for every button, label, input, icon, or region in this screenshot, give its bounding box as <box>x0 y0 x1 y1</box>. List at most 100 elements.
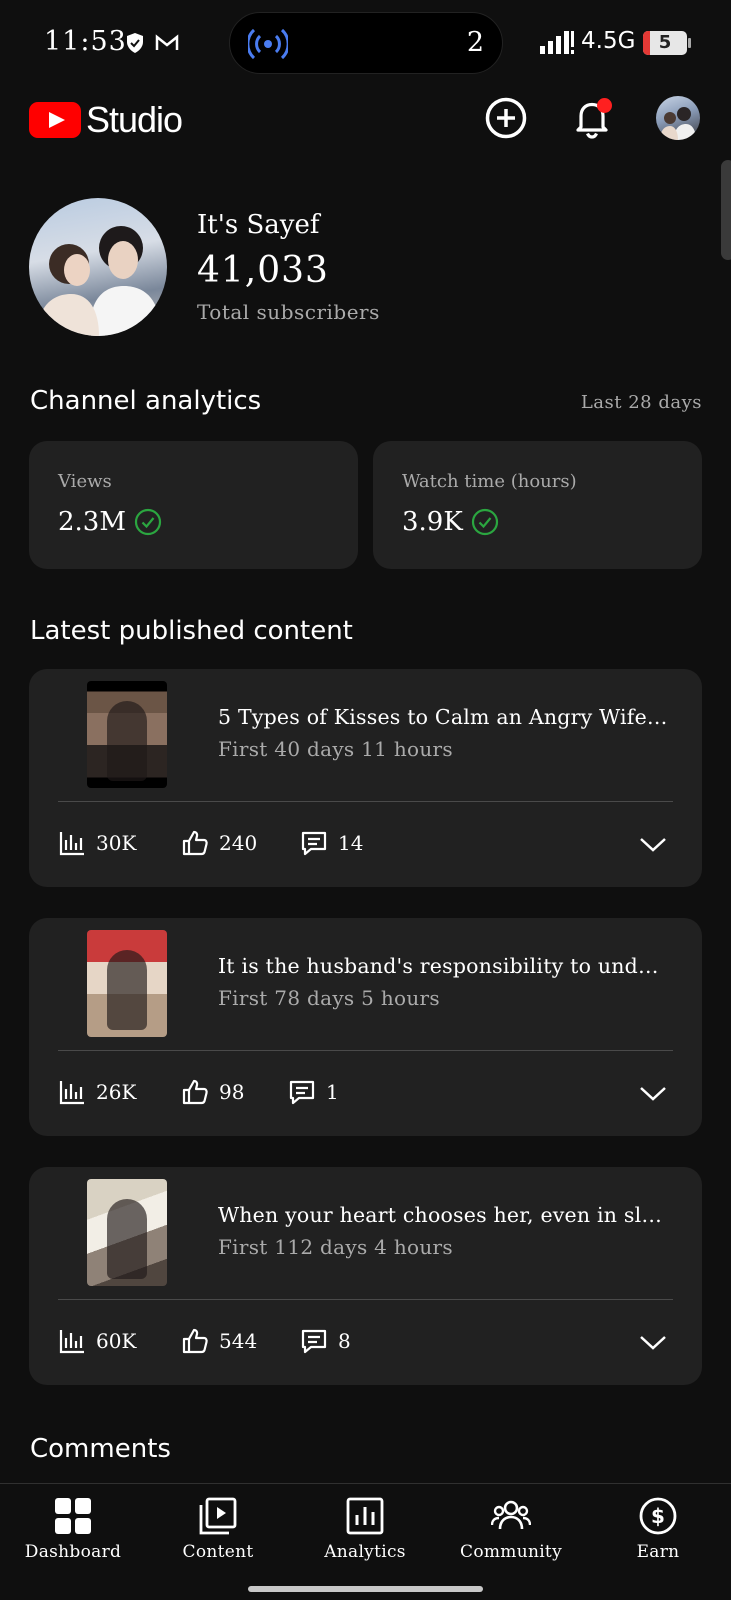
nav-label: Content <box>182 1542 254 1562</box>
earn-icon: $ <box>639 1497 677 1535</box>
channel-analytics-title: Channel analytics <box>30 386 262 416</box>
nav-label: Dashboard <box>24 1542 122 1562</box>
status-time: 11:53 <box>44 26 127 57</box>
views-stat: 26K <box>58 1078 136 1106</box>
video-thumbnail[interactable] <box>87 930 167 1037</box>
pill-count: 2 <box>466 27 484 58</box>
likes-stat: 240 <box>181 829 257 857</box>
views-stat: 30K <box>58 829 136 857</box>
logo-text: Studio <box>86 99 183 140</box>
analytics-icon <box>346 1497 384 1535</box>
video-thumbnail[interactable] <box>87 681 167 788</box>
video-period: First 78 days 5 hours <box>218 986 440 1010</box>
content-icon <box>199 1497 237 1535</box>
comments-count: 8 <box>338 1329 351 1353</box>
likes-stat: 98 <box>181 1078 244 1106</box>
community-icon <box>491 1500 531 1530</box>
nav-community[interactable]: Community <box>441 1496 581 1562</box>
mail-icon <box>155 34 179 50</box>
bar-chart-icon <box>59 832 84 856</box>
comment-icon <box>301 1329 327 1354</box>
likes-stat: 544 <box>181 1327 257 1355</box>
video-period: First 112 days 4 hours <box>218 1235 453 1259</box>
dashboard-icon <box>55 1498 91 1534</box>
subscriber-count: 41,033 <box>197 250 329 291</box>
channel-name: It's Sayef <box>197 210 320 240</box>
bar-chart-icon <box>59 1081 84 1105</box>
svg-text:$: $ <box>651 1504 665 1528</box>
thumbs-up-icon <box>182 1328 208 1354</box>
views-value: 2.3M <box>58 507 126 537</box>
analytics-range: Last 28 days <box>580 392 702 413</box>
video-title: It is the husband's responsibility to un… <box>218 954 668 978</box>
check-circle-icon <box>134 508 162 536</box>
views-count: 60K <box>96 1329 137 1353</box>
views-card[interactable]: Views 2.3M <box>29 441 358 569</box>
notification-dot <box>597 98 612 113</box>
bar-chart-icon <box>59 1330 84 1354</box>
video-card[interactable]: When your heart chooses her, even in sle… <box>29 1167 702 1385</box>
video-title: When your heart chooses her, even in sle… <box>218 1203 668 1227</box>
battery-tip <box>688 38 691 48</box>
thumbs-up-icon <box>182 1079 208 1105</box>
battery-icon: 5 <box>643 31 687 55</box>
channel-photo-icon <box>37 226 161 336</box>
thumbs-up-icon <box>182 830 208 856</box>
comments-stat: 14 <box>300 829 363 857</box>
nav-label: Community <box>460 1542 562 1562</box>
nav-analytics[interactable]: Analytics <box>295 1496 435 1562</box>
video-title: 5 Types of Kisses to Calm an Angry Wife!… <box>218 705 668 729</box>
video-thumbnail[interactable] <box>87 1179 167 1286</box>
chevron-down-icon[interactable] <box>638 829 668 859</box>
broadcast-icon <box>248 28 288 60</box>
account-avatar[interactable] <box>656 96 700 140</box>
views-stat: 60K <box>58 1327 136 1355</box>
comments-stat: 8 <box>300 1327 351 1355</box>
avatar-image-icon <box>660 107 696 140</box>
network-type: 4.5G <box>581 28 636 54</box>
nav-earn[interactable]: $ Earn <box>588 1496 728 1562</box>
comments-stat: 1 <box>288 1078 339 1106</box>
home-indicator[interactable] <box>248 1586 483 1592</box>
youtube-play-icon <box>29 102 81 138</box>
video-card[interactable]: It is the husband's responsibility to un… <box>29 918 702 1136</box>
views-label: Views <box>58 471 112 492</box>
views-count: 26K <box>96 1080 137 1104</box>
divider <box>58 801 673 802</box>
create-button[interactable] <box>484 96 528 140</box>
status-pill[interactable]: 2 <box>229 12 503 74</box>
likes-count: 240 <box>219 831 258 855</box>
latest-content-title: Latest published content <box>30 616 353 646</box>
chevron-down-icon[interactable] <box>638 1327 668 1357</box>
divider <box>58 1299 673 1300</box>
subscriber-label: Total subscribers <box>197 300 380 324</box>
battery-level: 5 <box>658 32 672 53</box>
check-circle-icon <box>471 508 498 536</box>
video-card[interactable]: 5 Types of Kisses to Calm an Angry Wife!… <box>29 669 702 887</box>
likes-count: 544 <box>219 1329 258 1353</box>
comment-icon <box>301 831 327 856</box>
studio-logo[interactable]: Studio <box>29 99 183 140</box>
video-period: First 40 days 11 hours <box>218 737 453 761</box>
divider <box>58 1050 673 1051</box>
channel-avatar[interactable] <box>29 198 167 336</box>
comments-title: Comments <box>30 1434 171 1464</box>
shield-icon <box>127 33 143 53</box>
watch-time-value: 3.9K <box>402 507 463 537</box>
likes-count: 98 <box>219 1080 245 1104</box>
comments-count: 14 <box>338 831 364 855</box>
nav-label: Earn <box>636 1542 680 1562</box>
nav-content[interactable]: Content <box>148 1496 288 1562</box>
views-count: 30K <box>96 831 137 855</box>
comment-icon <box>289 1080 315 1105</box>
comments-count: 1 <box>326 1080 339 1104</box>
chevron-down-icon[interactable] <box>638 1078 668 1108</box>
nav-dashboard[interactable]: Dashboard <box>3 1496 143 1562</box>
nav-label: Analytics <box>324 1542 406 1562</box>
watch-time-label: Watch time (hours) <box>402 471 577 492</box>
watch-time-card[interactable]: Watch time (hours) 3.9K <box>373 441 702 569</box>
signal-icon <box>540 31 574 54</box>
scroll-handle[interactable] <box>721 160 731 260</box>
status-bar: 11:53 2 4.5G 5 <box>0 0 731 88</box>
bottom-nav: Dashboard Content Analytics Community $ <box>0 1483 731 1600</box>
